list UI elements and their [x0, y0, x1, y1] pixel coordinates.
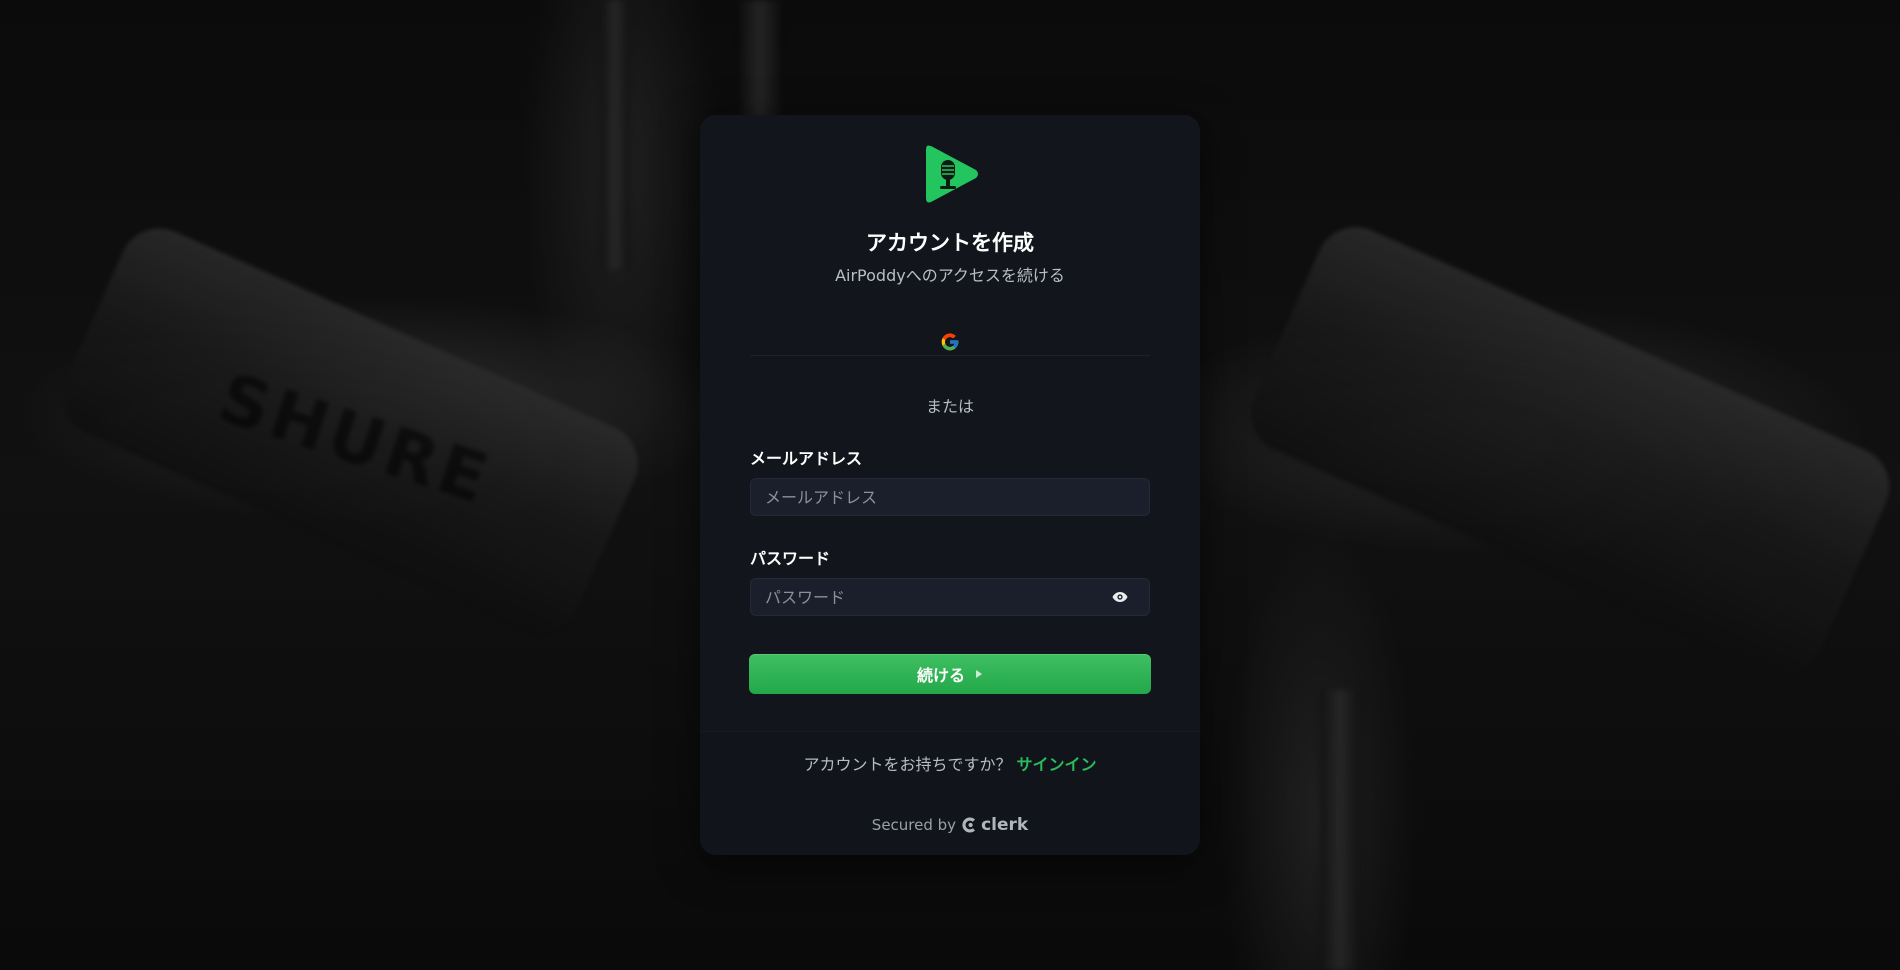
app-logo-icon [926, 145, 978, 203]
continue-button[interactable]: 続ける [749, 654, 1151, 694]
secured-by-text: Secured by [871, 816, 957, 834]
email-label: メールアドレス [750, 449, 863, 468]
page-title: アカウントを作成 [866, 231, 1034, 255]
clerk-logo-icon [962, 817, 976, 833]
page-subtitle: AirPoddyへのアクセスを続ける [835, 266, 1065, 285]
password-field[interactable] [750, 578, 1150, 616]
clerk-logo: clerk [962, 815, 1028, 835]
email-field[interactable] [750, 478, 1150, 516]
signin-prompt-row: アカウントをお持ちですか？ サインイン [700, 751, 1200, 775]
continue-label: 続ける [916, 666, 965, 685]
signin-link[interactable]: サインイン [1017, 755, 1097, 774]
card-footer [700, 731, 1200, 855]
mic-stand [740, 0, 780, 120]
clerk-wordmark: clerk [981, 815, 1029, 835]
signup-card: アカウントを作成 AirPoddyへのアクセスを続ける または メールアドレス … [700, 115, 1200, 855]
mic-stand [600, 0, 630, 270]
secured-by-badge[interactable]: Secured by clerk [700, 815, 1200, 835]
password-label: パスワード [750, 549, 831, 568]
google-signin-button[interactable] [750, 318, 1150, 366]
triangle-right-icon [976, 670, 982, 678]
show-password-button[interactable] [1110, 587, 1130, 607]
divider-line [750, 355, 1150, 356]
mic-stand [1320, 690, 1360, 970]
eye-icon [1112, 592, 1128, 602]
microphone-right [1237, 214, 1900, 686]
google-g-icon [941, 333, 959, 351]
divider-or: または [925, 397, 974, 416]
signin-prompt: アカウントをお持ちですか？ [803, 755, 1012, 774]
